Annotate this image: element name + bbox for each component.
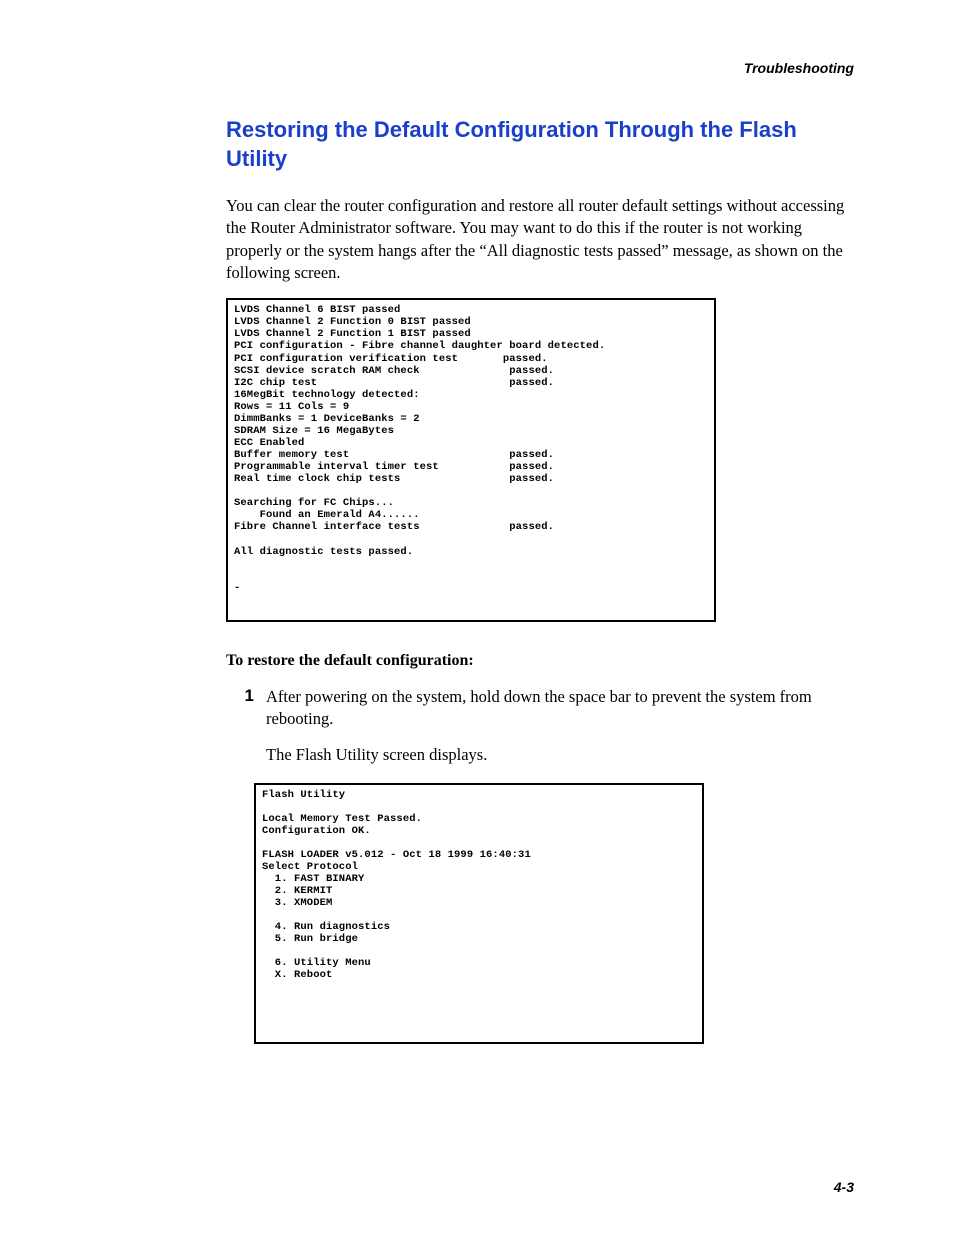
step-text: After powering on the system, hold down … bbox=[266, 686, 854, 731]
running-head: Troubleshooting bbox=[226, 60, 854, 76]
diagnostic-screenshot: LVDS Channel 6 BIST passed LVDS Channel … bbox=[226, 298, 716, 622]
procedure-heading: To restore the default configuration: bbox=[226, 652, 854, 670]
step-1: 1 After powering on the system, hold dow… bbox=[226, 686, 854, 731]
step-followup: The Flash Utility screen displays. bbox=[266, 744, 854, 766]
step-number: 1 bbox=[226, 686, 266, 731]
page-number: 4-3 bbox=[834, 1179, 854, 1195]
flash-utility-screenshot: Flash Utility Local Memory Test Passed. … bbox=[254, 783, 704, 1044]
page-title: Restoring the Default Configuration Thro… bbox=[226, 116, 854, 173]
intro-paragraph: You can clear the router configuration a… bbox=[226, 195, 854, 284]
